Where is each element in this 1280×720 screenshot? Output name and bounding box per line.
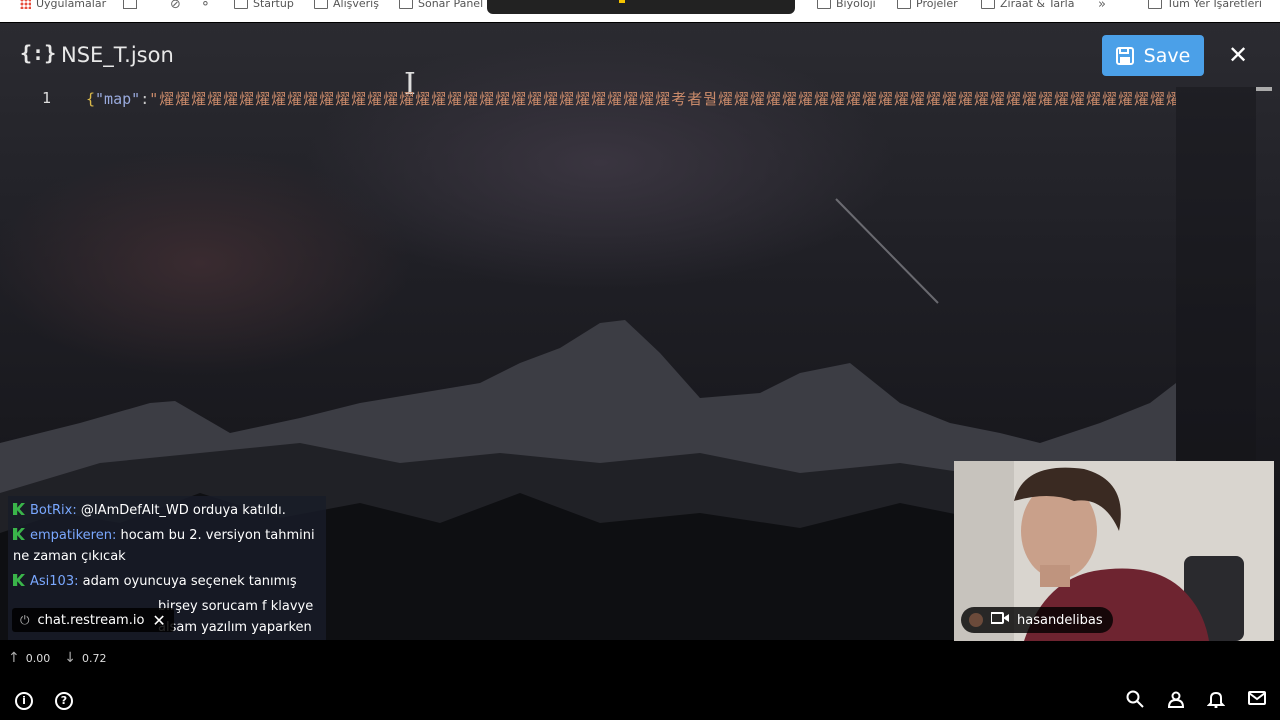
code-brace: { [86, 90, 96, 108]
json-file-icon: {:} [20, 41, 57, 65]
folder-icon [234, 0, 248, 9]
chat-message: Asi103: adam oyuncuya seçenek tanımış [8, 567, 326, 592]
kick-icon [13, 503, 25, 515]
editor-header: {:} NSE_T.json Save ✕ [0, 23, 1280, 88]
folder-icon [817, 0, 831, 9]
chat-text: birşey sorucam f klavye alsam yazılım ya… [158, 599, 314, 635]
folder-icon [314, 0, 328, 9]
chat-username: BotRix [30, 503, 73, 518]
webcam-label: hasandelibas [961, 607, 1113, 633]
bookmark-icon-1[interactable]: ⊘ [170, 0, 181, 12]
shortcut-icon: ⊘ [170, 0, 181, 12]
bookmark-icon-2[interactable]: ⚬ [200, 0, 211, 12]
code-editor-line[interactable]: {"map":"燿燿燿燿燿燿燿燿燿燿燿燿燿燿燿燿燿燿燿燿燿燿燿燿燿燿燿燿燿燿燿燿… [86, 88, 1176, 108]
network-stats: ↑ 0.00 ↓ 0.72 [8, 650, 106, 666]
arrow-up-icon: ↑ [8, 650, 20, 666]
scroll-thumb[interactable] [1256, 87, 1272, 91]
bookmark-label: Uygulamalar [36, 0, 107, 10]
mail-icon[interactable] [1247, 690, 1267, 710]
save-button[interactable]: Save [1102, 35, 1204, 76]
save-label: Save [1143, 44, 1191, 67]
bookmarks-bar: Uygulamalar ⊘ ⚬ Startup Alışveriş Sonar … [0, 0, 1280, 22]
bookmark-projeler[interactable]: Projeler [897, 0, 958, 10]
help-icon[interactable]: ? [55, 692, 73, 710]
close-button[interactable]: ✕ [1228, 43, 1248, 67]
chat-source-label: chat.restream.io [37, 612, 145, 628]
video-camera-icon [990, 612, 1009, 628]
bookmark-alisveris[interactable]: Alışveriş [314, 0, 379, 10]
code-value: "燿燿燿燿燿燿燿燿燿燿燿燿燿燿燿燿燿燿燿燿燿燿燿燿燿燿燿燿燿燿燿燿考者뭘燿燿燿燿… [149, 90, 1176, 108]
bookmark-label: Tüm Yer İşaretleri [1167, 0, 1262, 10]
folder-icon [399, 0, 413, 9]
bookmark-label: Alışveriş [333, 0, 379, 10]
close-icon[interactable]: ✕ [152, 611, 165, 630]
more-icon: » [1098, 0, 1106, 12]
file-name: NSE_T.json [61, 43, 174, 67]
screen-share-bar [487, 0, 795, 14]
streamer-username: hasandelibas [1017, 612, 1103, 628]
tab-grid-button[interactable] [123, 0, 137, 9]
bookmark-label: Startup [253, 0, 294, 10]
folder-icon [1148, 0, 1162, 9]
bell-icon[interactable] [1206, 690, 1226, 710]
code-colon: : [140, 90, 150, 108]
bookmark-all[interactable]: Tüm Yer İşaretleri [1148, 0, 1262, 10]
upload-value: 0.00 [25, 651, 51, 665]
chat-message: empatikeren: hocam bu 2. versiyon tahmin… [13, 528, 315, 564]
search-icon[interactable] [1125, 690, 1145, 710]
chat-text: @IAmDefAlt_WD orduya katıldı. [80, 503, 286, 518]
bookmarks-more-button[interactable]: » [1098, 0, 1106, 12]
bookmark-label: Projeler [916, 0, 958, 10]
folder-icon [981, 0, 995, 9]
chat-username: Asi103 [30, 574, 75, 589]
bookmark-ziraat-tarla[interactable]: Ziraat & Tarla [981, 0, 1074, 10]
arrow-down-icon: ↓ [64, 650, 76, 666]
bookmark-label: Sonar Panel [418, 0, 484, 10]
kick-icon [13, 528, 25, 540]
avatar [969, 613, 983, 627]
chat-source-pill: ⏻ chat.restream.io ✕ [12, 608, 174, 632]
bookmark-biyoloji[interactable]: Biyoloji [817, 0, 876, 10]
bookmark-startup[interactable]: Startup [234, 0, 294, 10]
bookmark-apps[interactable]: Uygulamalar [20, 0, 106, 10]
user-icon[interactable] [1166, 690, 1186, 710]
info-icon[interactable]: i [15, 692, 33, 710]
grid-icon [123, 0, 137, 9]
line-number: 1 [42, 89, 52, 107]
link-icon: ⚬ [200, 0, 211, 12]
bookmark-sonar-panel[interactable]: Sonar Panel [399, 0, 483, 10]
folder-icon [897, 0, 911, 9]
bookmark-label: Ziraat & Tarla [1000, 0, 1075, 10]
download-value: 0.72 [81, 651, 107, 665]
chat-username: empatikeren [30, 528, 112, 543]
bottom-toolbar: i ? [0, 680, 1280, 720]
chat-message: BotRix: @IAmDefAlt_WD orduya katıldı. [8, 496, 326, 521]
code-key: "map" [95, 90, 141, 108]
power-icon: ⏻ [20, 612, 30, 627]
kick-icon [13, 574, 25, 586]
save-icon [1115, 46, 1134, 65]
apps-icon [20, 0, 31, 9]
bookmark-label: Biyoloji [836, 0, 876, 10]
chat-text: adam oyuncuya seçenek tanımış [82, 574, 297, 589]
